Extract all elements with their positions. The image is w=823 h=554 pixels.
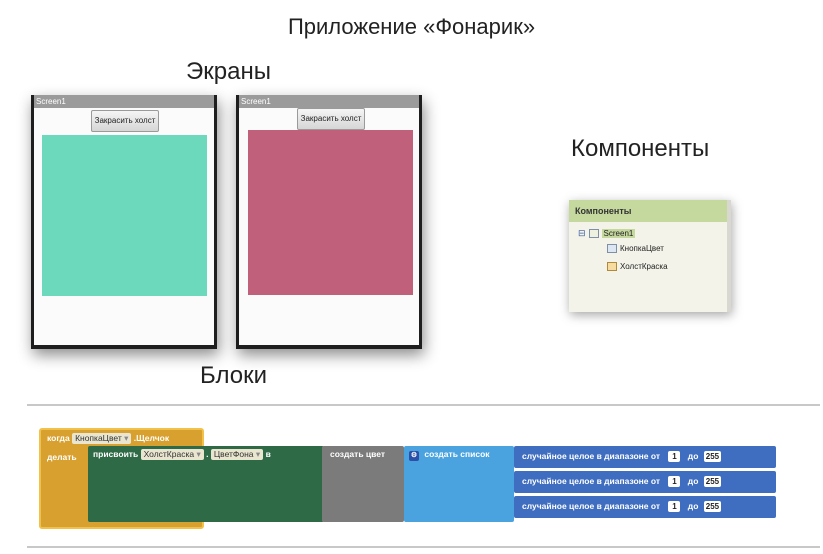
to-value-input[interactable]: 255 bbox=[703, 451, 722, 462]
canvas-component-dropdown[interactable]: ХолстКраска ▾ bbox=[140, 449, 204, 460]
to-label: до bbox=[687, 451, 699, 461]
screen-icon bbox=[588, 229, 599, 238]
from-value-input[interactable]: 1 bbox=[668, 451, 681, 462]
random-label: случайное целое в диапазоне от bbox=[522, 451, 661, 461]
random-integer-block-2[interactable]: случайное целое в диапазоне от 1 до 255 bbox=[514, 471, 776, 493]
property-name: ЦветФона bbox=[213, 449, 254, 459]
canvas-component-name: ХолстКраска bbox=[143, 449, 195, 459]
collapse-icon[interactable]: ⊟ bbox=[578, 228, 586, 239]
phone-screen-teal: Screen1 Закрасить холст bbox=[31, 95, 217, 349]
canvas-pink bbox=[248, 130, 413, 295]
from-value-input[interactable]: 1 bbox=[668, 501, 681, 512]
make-list-header: ⚙ создать список bbox=[409, 449, 490, 461]
phone-titlebar: Screen1 bbox=[239, 95, 419, 108]
random-row-3: случайное целое в диапазоне от 1 до 255 bbox=[522, 501, 722, 512]
random-row-1: случайное целое в диапазоне от 1 до 255 bbox=[522, 451, 722, 462]
phone-viewport: Screen1 Закрасить холст bbox=[34, 95, 214, 345]
tree-item-button[interactable]: КнопкаЦвет bbox=[607, 244, 664, 253]
random-integer-block-3[interactable]: случайное целое в диапазоне от 1 до 255 bbox=[514, 496, 776, 518]
make-color-label: создать цвет bbox=[330, 449, 386, 459]
components-panel-header: Компоненты bbox=[569, 200, 727, 222]
button-component-name: КнопкаЦвет bbox=[75, 433, 122, 443]
tree-item-label: КнопкаЦвет bbox=[620, 244, 664, 253]
from-value-input[interactable]: 1 bbox=[668, 476, 681, 487]
top-divider bbox=[27, 404, 820, 406]
event-header: когда КнопкаЦвет ▾ .Щелчок bbox=[47, 433, 169, 444]
tree-item-canvas[interactable]: ХолстКраска bbox=[607, 262, 668, 271]
button-component-icon bbox=[607, 244, 617, 253]
panel-scrollbar[interactable] bbox=[727, 200, 731, 312]
phone-screen-pink: Screen1 Закрасить холст bbox=[236, 95, 422, 349]
random-label: случайное целое в диапазоне от bbox=[522, 501, 661, 511]
to-label: до bbox=[687, 476, 699, 486]
tree-root-row[interactable]: ⊟ Screen1 bbox=[578, 228, 636, 239]
when-label: когда bbox=[47, 433, 70, 443]
to-value-input[interactable]: 255 bbox=[703, 501, 722, 512]
bottom-divider bbox=[27, 546, 820, 548]
chevron-down-icon: ▾ bbox=[255, 449, 261, 459]
chevron-down-icon: ▾ bbox=[196, 449, 201, 459]
button-component-dropdown[interactable]: КнопкаЦвет ▾ bbox=[72, 433, 132, 444]
blocks-heading: Блоки bbox=[200, 362, 268, 389]
random-label: случайное целое в диапазоне от bbox=[522, 476, 661, 486]
paint-canvas-button[interactable]: Закрасить холст bbox=[297, 108, 365, 130]
make-list-label: создать список bbox=[424, 449, 490, 459]
app-title: Приложение «Фонарик» bbox=[287, 14, 536, 39]
make-list-block[interactable]: ⚙ создать список bbox=[404, 446, 514, 522]
dot-separator: . bbox=[206, 449, 209, 459]
event-name: .Щелчок bbox=[133, 433, 170, 443]
tree-root-label: Screen1 bbox=[601, 229, 636, 238]
screens-heading: Экраны bbox=[186, 58, 271, 85]
to-label: до bbox=[687, 501, 699, 511]
to-label: в bbox=[265, 449, 271, 459]
random-row-2: случайное целое в диапазоне от 1 до 255 bbox=[522, 476, 722, 487]
tree-item-label: ХолстКраска bbox=[620, 262, 668, 271]
phone-titlebar: Screen1 bbox=[34, 95, 214, 108]
set-label: присвоить bbox=[93, 449, 139, 459]
gear-icon[interactable]: ⚙ bbox=[409, 451, 419, 461]
components-heading: Компоненты bbox=[571, 135, 710, 162]
make-color-block[interactable]: создать цвет bbox=[322, 446, 404, 522]
phone-viewport: Screen1 Закрасить холст bbox=[239, 95, 419, 345]
components-panel: Компоненты ⊟ Screen1 КнопкаЦвет ХолстКра… bbox=[569, 200, 731, 312]
set-property-block[interactable]: присвоить ХолстКраска ▾ . ЦветФона ▾ в bbox=[88, 446, 324, 522]
set-block-header: присвоить ХолстКраска ▾ . ЦветФона ▾ в bbox=[93, 449, 271, 460]
do-label: делать bbox=[47, 452, 77, 462]
paint-canvas-button[interactable]: Закрасить холст bbox=[91, 110, 159, 132]
property-dropdown[interactable]: ЦветФона ▾ bbox=[210, 449, 264, 460]
canvas-component-icon bbox=[607, 262, 617, 271]
to-value-input[interactable]: 255 bbox=[703, 476, 722, 487]
chevron-down-icon: ▾ bbox=[124, 433, 129, 443]
random-integer-block-1[interactable]: случайное целое в диапазоне от 1 до 255 bbox=[514, 446, 776, 468]
canvas-teal bbox=[42, 135, 207, 296]
